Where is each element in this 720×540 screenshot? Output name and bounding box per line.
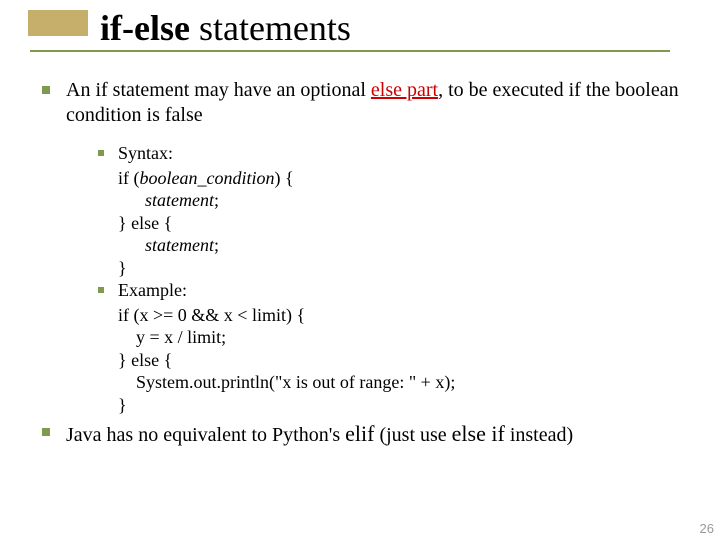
syntax-block: if (boolean_condition) { statement; } el… xyxy=(118,167,690,280)
syntax-line-2: statement; xyxy=(118,189,690,212)
bullet-1-text: An if statement may have an optional els… xyxy=(66,78,690,128)
example-line-5: } xyxy=(118,394,690,417)
semi-2: ; xyxy=(214,235,219,255)
kw-elif: elif xyxy=(345,421,374,446)
title-rest: statements xyxy=(190,8,351,48)
syntax-line-3: } else { xyxy=(118,212,690,235)
bullet-1-else-part: else part xyxy=(371,79,438,101)
statement-1: statement xyxy=(145,190,214,210)
body: An if statement may have an optional els… xyxy=(42,78,690,456)
title-underline xyxy=(30,50,670,52)
bullet-3-text: Java has no equivalent to Python's elif … xyxy=(66,420,573,448)
statement-2: statement xyxy=(145,235,214,255)
bullet-1: An if statement may have an optional els… xyxy=(42,78,690,128)
square-bullet-icon xyxy=(98,150,104,156)
example-line-3: } else { xyxy=(118,349,690,372)
example-line-4: System.out.println("x is out of range: "… xyxy=(118,371,690,394)
syntax-label: Syntax: xyxy=(118,142,173,165)
square-bullet-icon xyxy=(98,287,104,293)
example-line-2: y = x / limit; xyxy=(118,326,690,349)
slide-title: if-else statements xyxy=(28,10,351,48)
example-label: Example: xyxy=(118,279,187,302)
page-number: 26 xyxy=(700,521,714,536)
syntax-line-4: statement; xyxy=(118,234,690,257)
example-block: if (x >= 0 && x < limit) { y = x / limit… xyxy=(118,304,690,417)
title-area: if-else statements xyxy=(28,10,351,48)
kw-else-if: else if xyxy=(452,421,505,446)
title-keyword: if-else xyxy=(100,8,190,48)
bullet-syntax: Syntax: xyxy=(98,142,690,165)
bullet-3-pre: Java has no equivalent to Python's xyxy=(66,424,345,446)
paren-open: ( xyxy=(129,168,140,188)
slide: if-else statements An if statement may h… xyxy=(0,0,720,540)
kw-if: if xyxy=(118,168,129,188)
paren-close-brace: ) { xyxy=(274,168,293,188)
syntax-line-1: if (boolean_condition) { xyxy=(118,167,690,190)
bullet-3-mid: (just use xyxy=(374,424,451,446)
syntax-line-5: } xyxy=(118,257,690,280)
bullet-3-post: instead) xyxy=(505,424,573,446)
square-bullet-icon xyxy=(42,428,50,436)
boolean-condition: boolean_condition xyxy=(140,168,275,188)
semi-1: ; xyxy=(214,190,219,210)
bullet-example: Example: xyxy=(98,279,690,302)
bullet-1-pre: An if statement may have an optional xyxy=(66,79,371,101)
square-bullet-icon xyxy=(42,86,50,94)
bullet-3: Java has no equivalent to Python's elif … xyxy=(42,420,690,448)
example-line-1: if (x >= 0 && x < limit) { xyxy=(118,304,690,327)
